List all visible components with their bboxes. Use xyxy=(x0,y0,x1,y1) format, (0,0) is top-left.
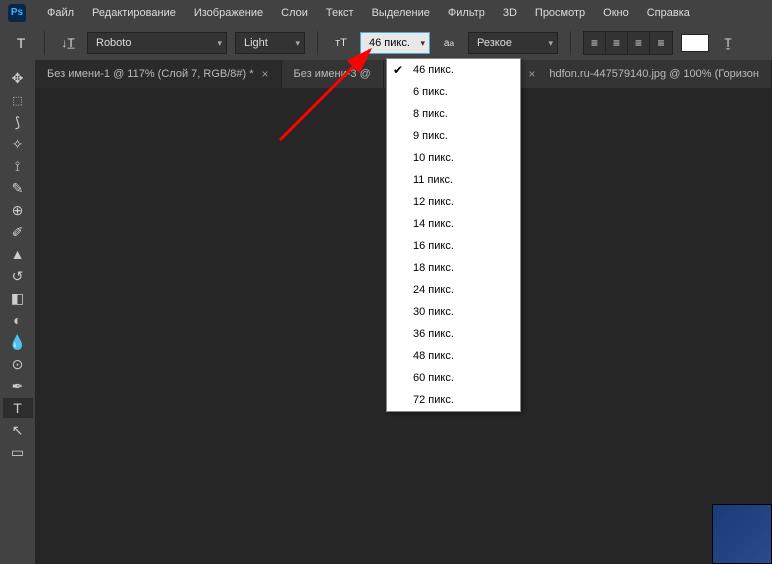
crop-tool[interactable]: ⟟ xyxy=(3,156,33,176)
align-left-button[interactable]: ≡ xyxy=(584,32,606,54)
navigator-thumbnail[interactable] xyxy=(712,504,772,564)
dodge-tool[interactable]: ⊙ xyxy=(3,354,33,374)
menu-edit[interactable]: Редактирование xyxy=(83,3,185,23)
menu-text[interactable]: Текст xyxy=(317,3,363,23)
size-option[interactable]: 9 пикс. xyxy=(387,125,520,147)
menu-image[interactable]: Изображение xyxy=(185,3,272,23)
size-option[interactable]: 10 пикс. xyxy=(387,147,520,169)
font-family-value: Roboto xyxy=(96,37,131,49)
path-tool[interactable]: ↖ xyxy=(3,420,33,440)
close-icon[interactable]: × xyxy=(528,67,535,81)
brush-tool[interactable]: ✐ xyxy=(3,222,33,242)
separator xyxy=(570,31,571,55)
main-menu-bar: Ps Файл Редактирование Изображение Слои … xyxy=(0,0,772,25)
document-tab[interactable]: Без имени-1 @ 117% (Слой 7, RGB/8#) * × xyxy=(35,60,282,88)
pen-tool[interactable]: ✒ xyxy=(3,376,33,396)
size-option[interactable]: 12 пикс. xyxy=(387,191,520,213)
blur-tool[interactable]: 💧 xyxy=(3,332,33,352)
size-option[interactable]: 6 пикс. xyxy=(387,81,520,103)
size-option[interactable]: 72 пикс. xyxy=(387,389,520,411)
left-toolbar: ✥ ⬚ ⟆ ✧ ⟟ ✎ ⊕ ✐ ▲ ↺ ◧ ◐ 💧 ⊙ ✒ T ↖ ▭ xyxy=(0,60,35,564)
warp-text-button[interactable]: T̬ xyxy=(717,32,739,54)
stamp-tool[interactable]: ▲ xyxy=(3,244,33,264)
app-logo: Ps xyxy=(8,4,26,22)
align-right-button[interactable]: ≡ xyxy=(628,32,650,54)
chevron-down-icon: ▾ xyxy=(420,38,425,49)
antialias-icon: aa xyxy=(438,32,460,54)
annotation-arrow xyxy=(270,40,390,150)
menu-3d[interactable]: 3D xyxy=(494,3,526,23)
align-justify-button[interactable]: ≡ xyxy=(650,32,672,54)
eraser-tool[interactable]: ◧ xyxy=(3,288,33,308)
align-center-button[interactable]: ≡ xyxy=(606,32,628,54)
type-tool[interactable]: T xyxy=(3,398,33,418)
gradient-tool[interactable]: ◐ xyxy=(3,310,33,330)
menu-view[interactable]: Просмотр xyxy=(526,3,594,23)
antialias-dropdown[interactable]: Резкое ▾ xyxy=(468,32,558,54)
size-option[interactable]: 48 пикс. xyxy=(387,345,520,367)
size-option[interactable]: 14 пикс. xyxy=(387,213,520,235)
size-option[interactable]: 60 пикс. xyxy=(387,367,520,389)
size-option[interactable]: 24 пикс. xyxy=(387,279,520,301)
close-icon[interactable]: × xyxy=(262,67,269,81)
size-option[interactable]: ✔46 пикс. xyxy=(387,59,520,81)
orientation-toggle[interactable]: ↓T̲ xyxy=(57,32,79,54)
font-weight-value: Light xyxy=(244,37,268,49)
menu-select[interactable]: Выделение xyxy=(363,3,439,23)
lasso-tool[interactable]: ⟆ xyxy=(3,112,33,132)
menu-window[interactable]: Окно xyxy=(594,3,638,23)
text-color-swatch[interactable] xyxy=(681,34,709,52)
size-option[interactable]: 16 пикс. xyxy=(387,235,520,257)
type-tool-icon: T xyxy=(10,32,32,54)
menu-file[interactable]: Файл xyxy=(38,3,83,23)
shape-tool[interactable]: ▭ xyxy=(3,442,33,462)
antialias-value: Резкое xyxy=(477,37,512,49)
separator xyxy=(44,31,45,55)
menu-layers[interactable]: Слои xyxy=(272,3,317,23)
tab-label: hdfon.ru-447579140.jpg @ 100% (Горизон xyxy=(549,68,759,80)
size-option[interactable]: 36 пикс. xyxy=(387,323,520,345)
font-family-dropdown[interactable]: Roboto ▾ xyxy=(87,32,227,54)
menu-filter[interactable]: Фильтр xyxy=(439,3,494,23)
marquee-tool[interactable]: ⬚ xyxy=(3,90,33,110)
chevron-down-icon: ▾ xyxy=(548,38,553,49)
size-option[interactable]: 18 пикс. xyxy=(387,257,520,279)
history-brush-tool[interactable]: ↺ xyxy=(3,266,33,286)
tab-label: Без имени-1 @ 117% (Слой 7, RGB/8#) * xyxy=(47,68,254,80)
size-option[interactable]: 11 пикс. xyxy=(387,169,520,191)
heal-tool[interactable]: ⊕ xyxy=(3,200,33,220)
size-option[interactable]: 30 пикс. xyxy=(387,301,520,323)
checkmark-icon: ✔ xyxy=(393,63,403,77)
chevron-down-icon: ▾ xyxy=(217,38,222,49)
document-tab[interactable]: × hdfon.ru-447579140.jpg @ 100% (Горизон xyxy=(515,60,772,88)
font-size-menu: ✔46 пикс. 6 пикс. 8 пикс. 9 пикс. 10 пик… xyxy=(386,58,521,412)
wand-tool[interactable]: ✧ xyxy=(3,134,33,154)
text-align-group: ≡ ≡ ≡ ≡ xyxy=(583,31,673,55)
eyedropper-tool[interactable]: ✎ xyxy=(3,178,33,198)
size-option[interactable]: 8 пикс. xyxy=(387,103,520,125)
menu-help[interactable]: Справка xyxy=(638,3,699,23)
move-tool[interactable]: ✥ xyxy=(3,68,33,88)
